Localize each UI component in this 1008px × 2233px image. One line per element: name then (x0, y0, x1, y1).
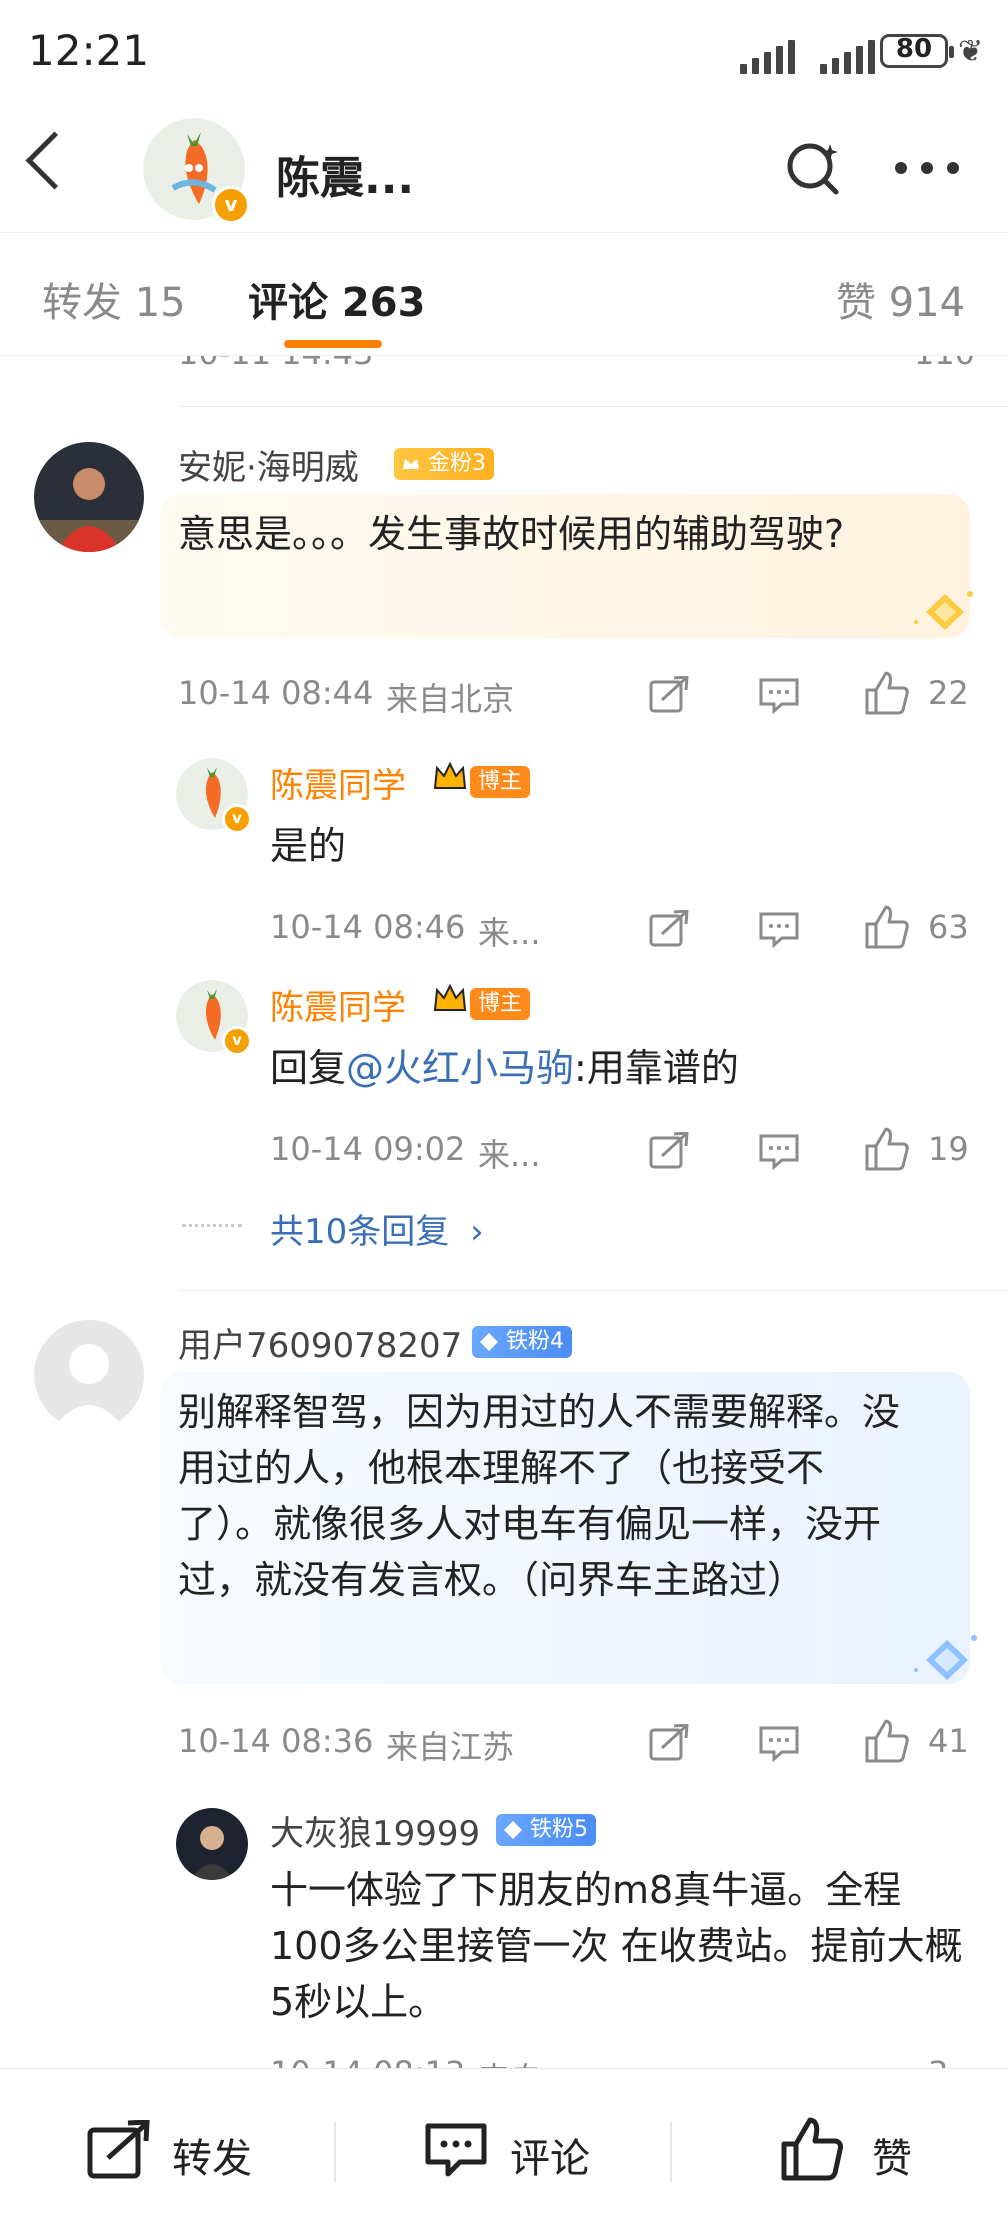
comment-location: 来自北京 (386, 680, 515, 718)
comment-time: 10-14 08:44 (178, 674, 374, 712)
fan-badge: 金粉3 (394, 448, 494, 480)
crown-icon (403, 459, 419, 469)
reply-suffix: :用靠谱的 (574, 1046, 739, 1090)
leaf-icon: ❦ (958, 34, 984, 69)
comment-icon[interactable] (758, 1724, 800, 1762)
like-count: 41 (928, 1722, 969, 1760)
fan-badge-label: 金粉3 (428, 451, 486, 476)
host-badge: 博主 (470, 766, 531, 798)
reply-text: 回复@火红小马驹:用靠谱的 (270, 1040, 739, 1096)
chevron-right-icon: › (470, 1212, 484, 1252)
share-icon (87, 2120, 150, 2179)
divider (670, 2122, 672, 2182)
comment-icon[interactable] (758, 676, 800, 714)
mention-link[interactable]: @火红小马驹 (346, 1046, 574, 1090)
comment-text: 别解释智驾，因为用过的人不需要解释。没用过的人，他根本理解不了（也接受不了）。就… (178, 1390, 901, 1602)
reply-avatar[interactable] (176, 1808, 248, 1880)
repost-button[interactable]: 转发 (86, 2118, 336, 2184)
more-icon[interactable] (892, 148, 962, 188)
crown-icon (433, 761, 467, 789)
verified-badge-icon: v (222, 804, 252, 834)
comment-label: 评论 (510, 2136, 590, 2182)
like-icon[interactable] (864, 670, 910, 716)
reply-username[interactable]: 陈震同学 (270, 980, 406, 1029)
tab-repost[interactable]: 转发 15 (42, 270, 186, 328)
partial-reply-below: 10-14 08:13 来自 3 (0, 2052, 1008, 2068)
divider (178, 406, 1008, 407)
blue-gem-decoration-icon (914, 1635, 977, 1680)
verified-badge-icon: v (222, 1026, 252, 1056)
comment-icon[interactable] (758, 910, 800, 948)
gold-gem-decoration-icon (914, 591, 973, 630)
partial-comment-above: 10-11 14:43 110 (0, 356, 1008, 384)
like-button[interactable]: 赞 (780, 2116, 980, 2186)
reply-location: 来... (478, 914, 541, 952)
diamond-icon (480, 1333, 498, 1351)
back-icon[interactable] (25, 131, 84, 190)
divider (178, 1290, 1008, 1291)
tab-likes[interactable]: 赞 914 (836, 270, 965, 328)
search-icon[interactable] (786, 140, 842, 196)
comment-text: 意思是。。。发生事故时候用的辅助驾驶? (178, 512, 845, 556)
reply-location: 来... (478, 1136, 541, 1174)
reply-text: 是的 (270, 824, 347, 868)
share-icon[interactable] (648, 676, 690, 714)
more-replies-link[interactable]: 共10条回复 › (270, 1204, 484, 1253)
like-count: 3 (928, 2054, 948, 2068)
avatar[interactable] (34, 1320, 144, 1430)
status-bar: 12:21 80 ❦ (0, 0, 1008, 108)
tab-active-indicator (284, 340, 382, 348)
battery-icon: 80 (880, 34, 954, 68)
battery-level: 80 (895, 34, 933, 64)
comment-button[interactable]: 评论 (424, 2118, 674, 2184)
reply-time: 10-14 08:46 (270, 908, 466, 946)
like-count: 19 (928, 1130, 969, 1168)
like-icon[interactable] (864, 1718, 910, 1764)
reply-username[interactable]: 大灰狼19999 (270, 1806, 480, 1855)
fan-badge: 铁粉4 (472, 1326, 572, 1358)
reply-time: 10-14 08:13 (270, 2054, 465, 2068)
fan-badge: 铁粉5 (496, 1814, 596, 1846)
diamond-icon (504, 1821, 522, 1839)
comment-time: 10-11 14:43 (178, 356, 373, 372)
crown-icon (433, 983, 467, 1011)
avatar[interactable] (34, 442, 144, 552)
comment-username[interactable]: 用户7609078207 (178, 1318, 462, 1367)
fan-badge-label: 铁粉4 (506, 1329, 564, 1354)
verified-badge-icon: v (212, 186, 250, 224)
like-icon (781, 2117, 843, 2181)
reply-text: 十一体验了下朋友的m8真牛逼。全程100多公里接管一次 在收费站。提前大概5秒以… (270, 1868, 963, 2024)
more-replies-dots (182, 1224, 242, 1227)
repost-label: 转发 (172, 2136, 252, 2182)
like-label: 赞 (872, 2136, 912, 2182)
tab-comments[interactable]: 评论 263 (248, 270, 425, 328)
share-icon[interactable] (648, 1724, 690, 1762)
page-title: 陈震... (276, 153, 415, 204)
host-badge: 博主 (470, 988, 531, 1020)
comment-username[interactable]: 安妮·海明威 (178, 440, 359, 489)
comment-time: 10-14 08:36 (178, 1722, 374, 1760)
comment-icon (425, 2123, 487, 2177)
reply-time: 10-14 09:02 (270, 1130, 466, 1168)
share-icon[interactable] (648, 910, 690, 948)
like-count: 22 (928, 674, 969, 712)
reply-prefix: 回复 (270, 1046, 347, 1090)
divider (334, 2122, 336, 2182)
more-replies-label: 共10条回复 (270, 1212, 450, 1252)
like-icon[interactable] (864, 1126, 910, 1172)
like-count: 63 (928, 908, 969, 946)
like-icon[interactable] (864, 904, 910, 950)
signal-icon (740, 40, 795, 74)
like-count: 110 (914, 356, 975, 372)
reply-username[interactable]: 陈震同学 (270, 758, 406, 807)
comment-location: 来自江苏 (386, 1728, 515, 1766)
reply-location: 来自 (478, 2054, 542, 2068)
share-icon[interactable] (648, 1132, 690, 1170)
comment-icon[interactable] (758, 1132, 800, 1170)
status-time: 12:21 (28, 26, 150, 75)
signal-icon-2 (820, 40, 875, 74)
fan-badge-label: 铁粉5 (530, 1817, 588, 1842)
